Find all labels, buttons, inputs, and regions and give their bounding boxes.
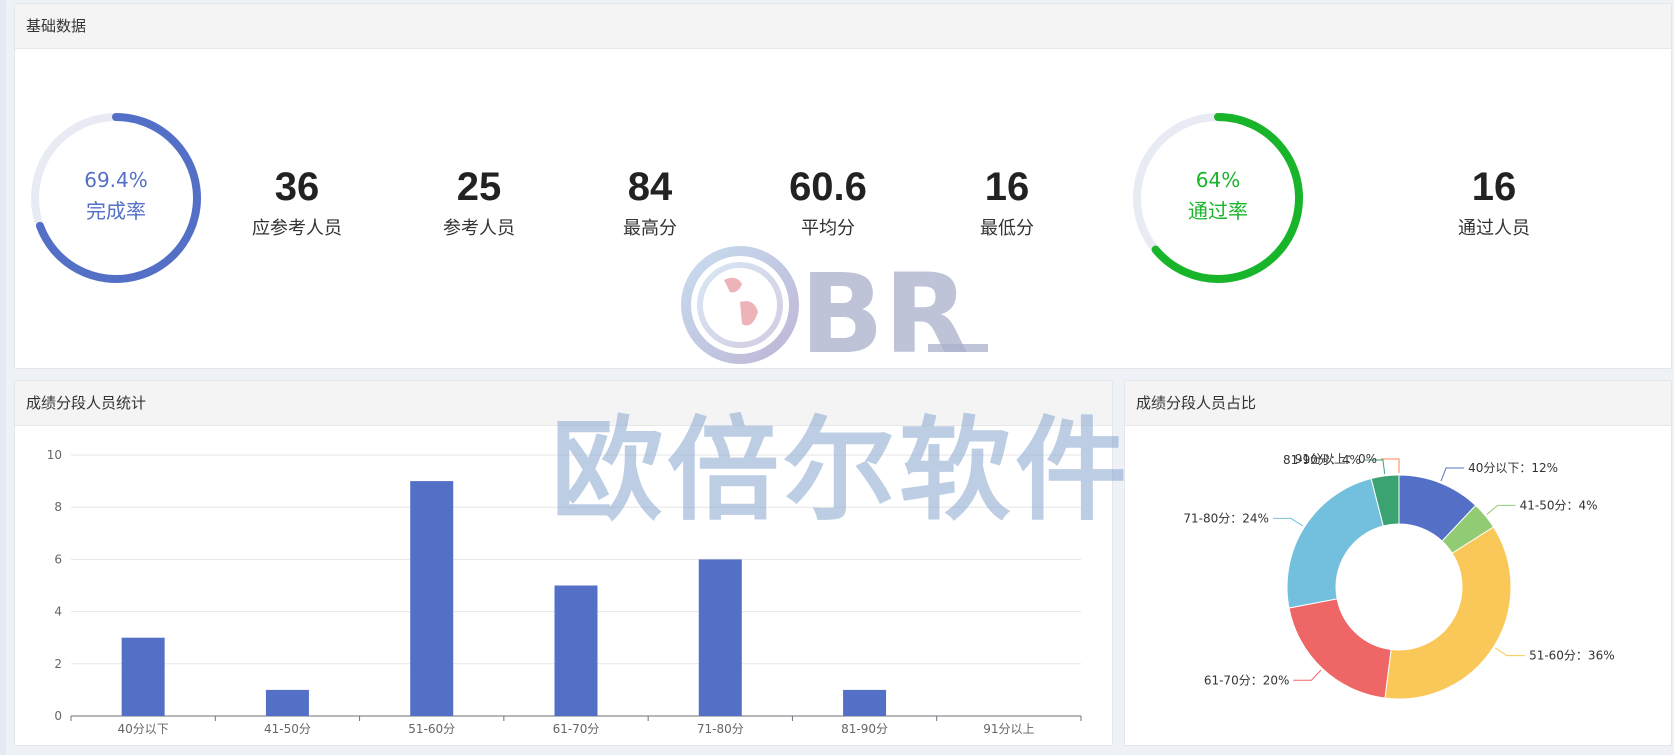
stat-label: 应参考人员 (252, 218, 342, 239)
stat-value: 36 (274, 165, 320, 209)
pass-rate-label: 通过率 (1188, 199, 1248, 223)
x-tick-label: 61-70分 (553, 722, 600, 736)
stat-average-score: 60.6 平均分 (738, 164, 918, 240)
stat-label: 最高分 (623, 218, 677, 239)
slice-label: 40分以下：12% (1468, 461, 1558, 475)
basic-data-panel: 基础数据 69.4% 完成率 36 应参考人员 25 参考人员 84 最高分 6… (14, 3, 1672, 369)
score-range-ratio-panel: 成绩分段人员占比 40分以下：12% 41-50分：4% 51-60分：36% 61-… (1124, 380, 1672, 746)
stat-label: 参考人员 (443, 218, 515, 239)
donut-slice (1384, 526, 1512, 700)
stat-value: 25 (456, 165, 502, 209)
x-tick-label: 40分以下 (118, 722, 169, 736)
y-tick-label: 6 (54, 552, 62, 566)
x-tick-label: 91分以上 (983, 722, 1034, 736)
pass-rate-value: 64% (1195, 168, 1241, 192)
completion-rate-value: 69.4% (84, 168, 148, 192)
x-tick-label: 41-50分 (264, 722, 311, 736)
stat-highest-score: 84 最高分 (560, 164, 740, 240)
bar (410, 481, 454, 716)
stat-pass-people: 16 通过人员 (1404, 164, 1584, 240)
basic-data-title: 基础数据 (15, 4, 1671, 49)
stat-label: 通过人员 (1458, 218, 1530, 239)
stat-participants: 25 参考人员 (389, 164, 569, 240)
y-tick-label: 2 (54, 657, 62, 671)
slice-label: 91分以上：0% (1295, 452, 1377, 466)
y-tick-label: 4 (54, 605, 62, 619)
score-range-ratio-title: 成绩分段人员占比 (1125, 381, 1671, 426)
label-line (1440, 467, 1465, 482)
stat-value: 60.6 (789, 165, 867, 209)
bar (554, 585, 598, 716)
label-line (1293, 669, 1322, 681)
label-line (1486, 504, 1516, 515)
y-tick-label: 8 (54, 500, 62, 514)
completion-rate-text: 69.4% 完成率 (26, 165, 206, 227)
stat-expected-people: 36 应参考人员 (207, 164, 387, 240)
stat-lowest-score: 16 最低分 (917, 164, 1097, 240)
x-tick-label: 51-60分 (408, 722, 455, 736)
slice-label: 41-50分：4% (1520, 498, 1598, 512)
left-edge-strip (0, 0, 6, 755)
slice-label: 71-80分：24% (1183, 511, 1269, 525)
stat-label: 平均分 (801, 218, 855, 239)
stat-label: 最低分 (980, 218, 1034, 239)
label-line (1272, 517, 1304, 527)
pass-rate-text: 64% 通过率 (1128, 165, 1308, 227)
bar (843, 689, 887, 716)
donut-slice (1288, 598, 1392, 699)
watermark-text: 欧倍尔软件 (551, 406, 1131, 536)
x-tick-label: 71-80分 (697, 722, 744, 736)
y-tick-label: 0 (54, 709, 62, 723)
bar (265, 689, 309, 716)
y-tick-label: 10 (47, 448, 62, 462)
x-tick-label: 81-90分 (841, 722, 888, 736)
score-range-donut-chart: 40分以下：12% 41-50分：4% 51-60分：36% 61-70分：20% 71… (1183, 452, 1615, 700)
stat-value: 16 (1471, 165, 1517, 209)
stat-value: 84 (627, 165, 673, 209)
donut-slice (1286, 477, 1384, 609)
completion-rate-label: 完成率 (86, 199, 146, 223)
bar (698, 559, 742, 716)
slice-label: 61-70分：20% (1204, 673, 1290, 687)
label-line (1494, 647, 1526, 657)
bar (121, 637, 165, 716)
stat-value: 16 (984, 165, 1030, 209)
slice-label: 51-60分：36% (1529, 649, 1615, 663)
